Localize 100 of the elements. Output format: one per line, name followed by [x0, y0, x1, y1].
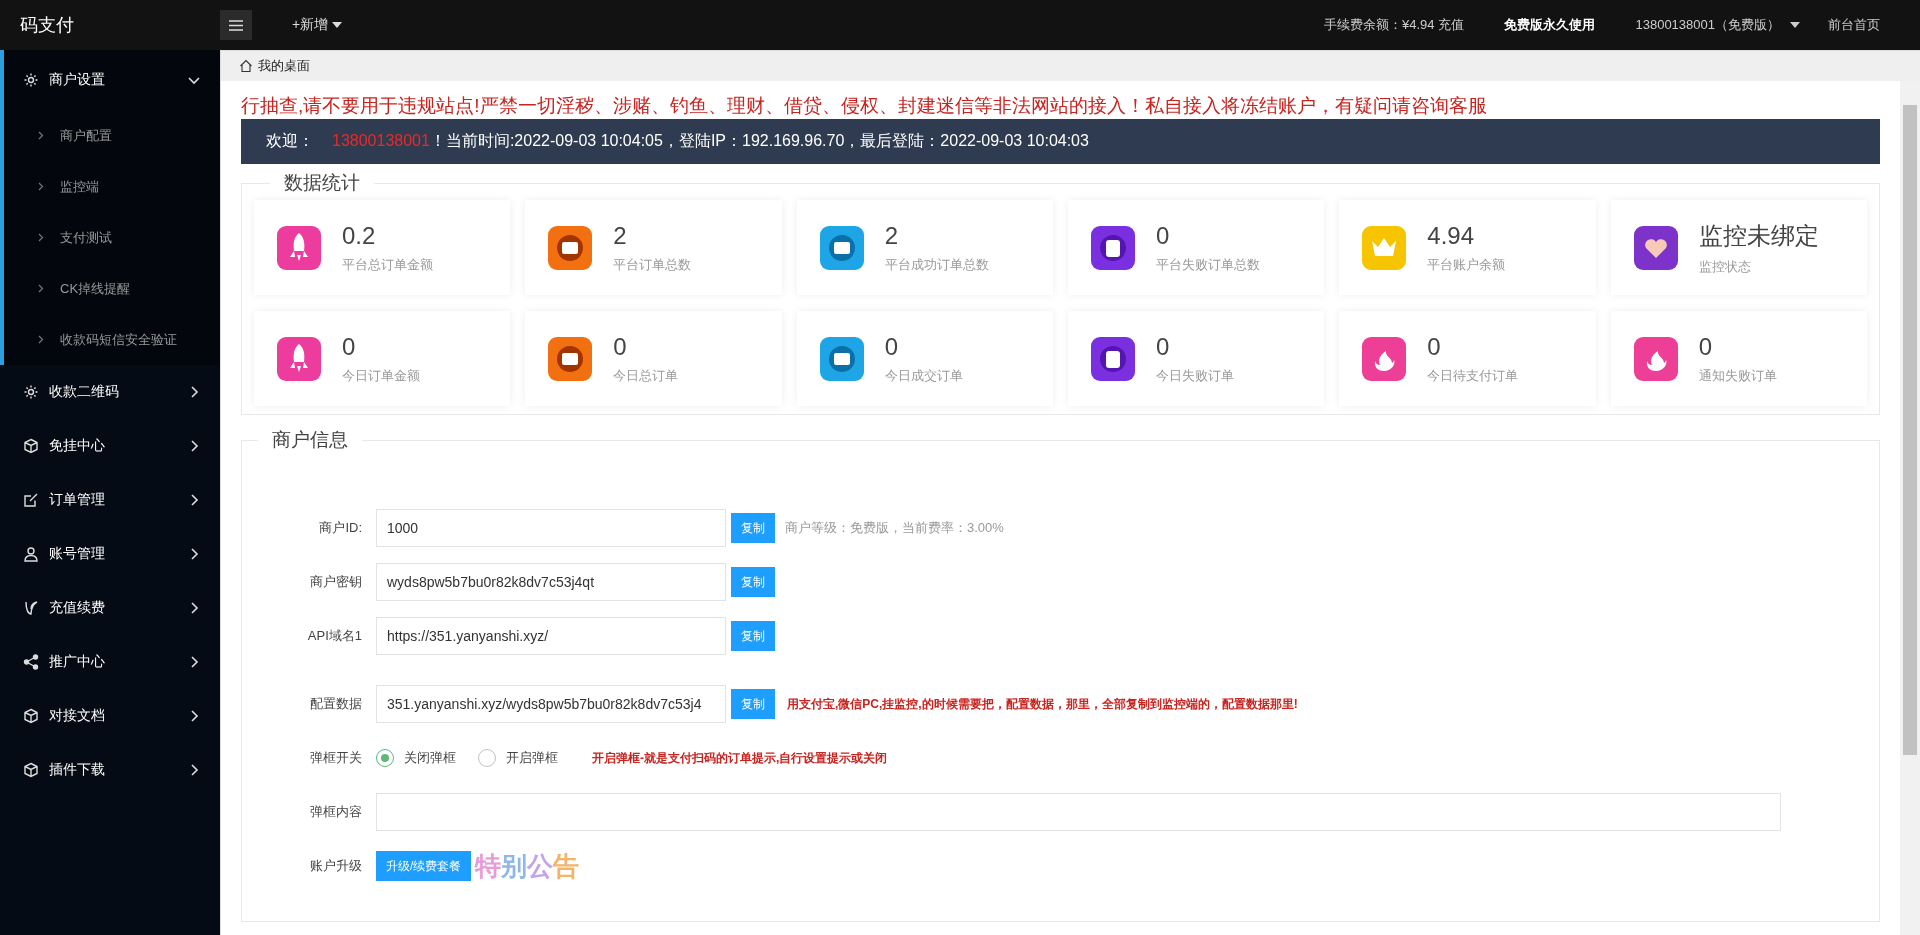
cup-icon [1090, 335, 1136, 382]
rocket-icon [276, 224, 322, 271]
stat-label: 今日订单金额 [342, 366, 420, 385]
crown-icon [1361, 224, 1408, 271]
sidebar-item[interactable]: 插件下载 [0, 743, 220, 797]
chevron-right-icon [38, 182, 44, 191]
sidebar-item[interactable]: 对接文档 [0, 689, 220, 743]
stat-label: 通知失败订单 [1698, 366, 1777, 385]
stat-value: 4.94 [1427, 221, 1476, 250]
app-logo-text: 码支付 [19, 14, 75, 37]
stat-value: 0 [342, 332, 357, 361]
sidebar-item[interactable]: 商户设置 [4, 50, 220, 110]
cube-icon [23, 708, 39, 724]
new-menu-link[interactable]: +新增 [292, 16, 343, 34]
sidebar-item[interactable]: 推广中心 [0, 635, 220, 689]
menu-icon [229, 19, 243, 31]
hint-text: 开启弹框-就是支付扫码的订单提示,自行设置提示或关闭 [592, 749, 888, 767]
stat-value: 0 [1156, 221, 1171, 250]
chevron-right-icon [188, 764, 200, 776]
chevron-right-icon [38, 131, 44, 140]
input-field[interactable]: 1000 [376, 509, 726, 547]
stat-value: 0 [613, 332, 628, 361]
sidebar-item[interactable]: 账号管理 [0, 527, 220, 581]
input-field[interactable]: wyds8pw5b7bu0r82k8dv7c53j4qt [376, 563, 726, 601]
recharge-link[interactable]: 充值 [1438, 16, 1465, 34]
stat-label: 监控状态 [1698, 257, 1752, 276]
radio-button[interactable] [478, 749, 496, 767]
form-label: 商户密钥 [309, 573, 363, 591]
stat-label: 今日失败订单 [1156, 366, 1234, 385]
ticket-icon [547, 224, 594, 271]
form-label: 弹框开关 [309, 749, 363, 767]
sidebar-subitem[interactable]: CK掉线提醒 [4, 263, 220, 314]
stat-value: 0 [1698, 332, 1713, 361]
input-field[interactable]: https://351.yanyanshi.xyz/ [376, 617, 726, 655]
section-title: 数据统计 [283, 171, 361, 195]
ticket-icon [547, 335, 594, 382]
stat-label: 平台总订单金额 [342, 255, 433, 274]
share-icon [23, 654, 39, 670]
flame-icon [1361, 335, 1408, 382]
breadcrumb-tab[interactable]: 我的桌面 [258, 57, 310, 75]
chevron-right-icon [188, 440, 200, 452]
radio-option[interactable]: 关闭弹框 [376, 749, 456, 767]
merchant-level-text: 商户等级：免费版，当前费率：3.00% [785, 519, 1004, 537]
wallet-icon [818, 335, 865, 382]
leaf-icon [23, 600, 39, 616]
fee-balance-text: 手续费余额：¥4.94 [1323, 16, 1435, 34]
chevron-down-icon [188, 74, 200, 86]
rocket-icon [276, 335, 322, 382]
caret-icon [1790, 22, 1800, 28]
form-label: 商户ID: [318, 519, 363, 537]
username-text: 13800138001 [332, 132, 430, 149]
settings-icon [23, 72, 39, 88]
stat-value: 0 [884, 332, 899, 361]
edit-icon [23, 492, 39, 508]
form-label: API域名1 [306, 627, 363, 645]
stat-label: 今日成交订单 [884, 366, 963, 385]
sidebar-item[interactable]: 免挂中心 [0, 419, 220, 473]
sidebar-subitem[interactable]: 支付测试 [4, 212, 220, 263]
chevron-right-icon [188, 548, 200, 560]
input-field[interactable] [376, 793, 1781, 831]
stat-value: 2 [884, 221, 899, 250]
sidebar-subitem[interactable]: 收款码短信安全验证 [4, 314, 220, 365]
chevron-right-icon [188, 656, 200, 668]
chevron-right-icon [188, 386, 200, 398]
plan-link[interactable]: 免费版永久使用 [1504, 16, 1596, 34]
scrollbar-thumb[interactable] [1903, 105, 1917, 755]
user-menu[interactable]: 13800138001（免费版） [1635, 16, 1800, 34]
chevron-right-icon [188, 602, 200, 614]
sidebar-subitem[interactable]: 监控端 [4, 161, 220, 212]
sidebar-item[interactable]: 收款二维码 [0, 365, 220, 419]
menu-button[interactable] [220, 10, 252, 40]
radio-button[interactable] [376, 749, 394, 767]
cup-icon [1090, 224, 1136, 271]
stat-label: 平台订单总数 [613, 255, 692, 274]
stat-value: 0 [1427, 332, 1442, 361]
wallet-icon [818, 224, 865, 271]
radio-option[interactable]: 开启弹框 [478, 749, 558, 767]
settings-icon [23, 384, 39, 400]
sidebar-item[interactable]: 订单管理 [0, 473, 220, 527]
chevron-right-icon [188, 710, 200, 722]
section-title: 商户信息 [271, 428, 349, 452]
sidebar-subitem[interactable]: 商户配置 [4, 110, 220, 161]
caret-icon [332, 22, 343, 28]
frontend-home-link[interactable]: 前台首页 [1828, 16, 1880, 34]
home-icon [239, 59, 253, 73]
chevron-right-icon [38, 335, 44, 344]
stat-label: 平台账户余额 [1427, 255, 1506, 274]
cube-icon [23, 438, 39, 454]
user-icon [23, 546, 39, 562]
welcome-label: 欢迎： [266, 132, 314, 149]
form-label: 账户升级 [309, 857, 363, 875]
stat-value: 2 [613, 221, 628, 250]
form-label: 配置数据 [309, 695, 363, 713]
stat-value: 0.2 [342, 221, 377, 250]
stat-label: 今日待支付订单 [1427, 366, 1519, 385]
chevron-right-icon [38, 233, 44, 242]
cube-icon [23, 762, 39, 778]
sidebar-item[interactable]: 充值续费 [0, 581, 220, 635]
hint-text: 用支付宝,微信PC,挂监控,的时候需要把，配置数据，那里，全部复制到监控端的，配置数据那里! [787, 695, 1298, 713]
input-field[interactable]: 351.yanyanshi.xyz/wyds8pw5b7bu0r82k8dv7c53j4 [376, 685, 726, 723]
